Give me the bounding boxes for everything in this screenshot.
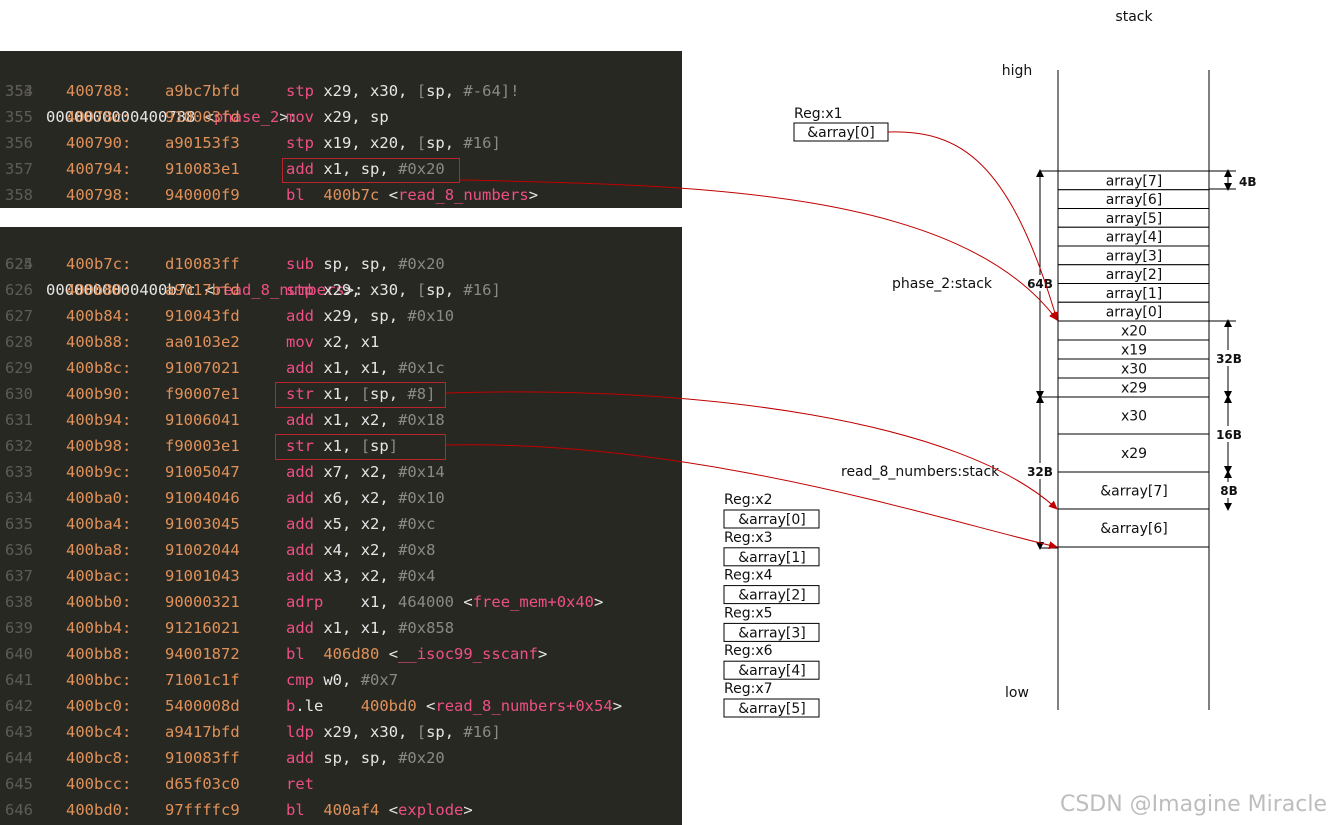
stack-cell-array-label: array[2]	[1106, 267, 1163, 283]
arrow-add-x1-to-array0	[459, 179, 1058, 321]
register-value: &array[1]	[738, 550, 805, 566]
stack-cell-array-label: array[0]	[1106, 305, 1163, 321]
dim-16b-label: 16B	[1216, 428, 1242, 442]
high-label: high	[1002, 63, 1033, 79]
register-label: Reg:x7	[724, 681, 773, 697]
stack-cell-saved-reg-label: x20	[1121, 324, 1147, 340]
dim-32b-right-label: 32B	[1216, 352, 1242, 366]
stack-diagram: stack high low array[7]array[6]array[5]a…	[445, 9, 1257, 718]
register-label: Reg:x6	[724, 643, 773, 659]
stack-cell-array-label: array[6]	[1106, 192, 1163, 208]
register-label: Reg:x2	[724, 492, 773, 508]
stack-cell-saved-reg-label: x30	[1121, 362, 1147, 378]
reg-x1-label: Reg:x1	[794, 106, 843, 122]
dim-64b-label: 64B	[1027, 277, 1053, 291]
register-value: &array[5]	[738, 701, 805, 717]
stack-cell-array-label: array[4]	[1106, 230, 1163, 246]
phase2-stack-label: phase_2:stack	[892, 276, 993, 292]
reg-x1-value: &array[0]	[807, 125, 874, 141]
stack-cell-saved-reg-label: x19	[1121, 343, 1147, 359]
register-label: Reg:x5	[724, 605, 773, 621]
stack-cell-read8-label: x30	[1121, 409, 1147, 425]
stack-cell-array-label: array[5]	[1106, 211, 1163, 227]
stack-cell-read8-label: &array[7]	[1100, 484, 1167, 500]
register-label: Reg:x4	[724, 568, 773, 584]
stack-cell-array-label: array[1]	[1106, 286, 1163, 302]
stack-cell-saved-reg-label: x29	[1121, 381, 1147, 397]
watermark: CSDN @Imagine Miracle	[1059, 792, 1327, 817]
stack-cells: array[7] array[6] array[5] array[4] array[3]…	[1057, 170, 1210, 548]
register-value: &array[3]	[738, 625, 805, 641]
stack-cell-array-label: array[7]	[1106, 173, 1163, 189]
stack-cell-read8-label: x29	[1121, 446, 1147, 462]
register-value: &array[0]	[738, 512, 805, 528]
register-list: Reg:x2&array[0] Reg:x3&array[1] Reg:x4&arr…	[723, 492, 820, 718]
register-label: Reg:x3	[724, 530, 773, 546]
stack-cell-array-label: array[3]	[1106, 248, 1163, 264]
low-label: low	[1005, 685, 1029, 701]
dim-4b-label: 4B	[1239, 175, 1257, 189]
read8-stack-label: read_8_numbers:stack	[841, 464, 1000, 480]
register-value: &array[4]	[738, 663, 805, 679]
stack-title: stack	[1115, 9, 1153, 25]
register-value: &array[2]	[738, 588, 805, 604]
dim-8b-label: 8B	[1220, 484, 1238, 498]
stack-cell-read8-label: &array[6]	[1100, 521, 1167, 537]
dim-32b-left-label: 32B	[1027, 465, 1053, 479]
